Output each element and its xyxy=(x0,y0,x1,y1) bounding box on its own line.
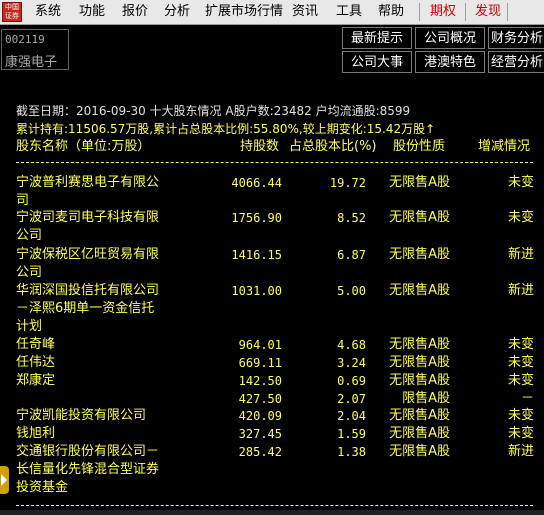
stock-info-box: 002119 康强电子 xyxy=(1,29,69,70)
shares-cell: 427.50 xyxy=(238,392,282,406)
shareholder-name-line: 交通银行股份有限公司－ xyxy=(16,444,160,459)
col-percent: 占总股本比(%) xyxy=(289,139,377,154)
share-type-cell: 无限售A股 xyxy=(389,337,450,352)
share-type-cell: 无限售A股 xyxy=(389,373,450,388)
shares-cell: 327.45 xyxy=(238,427,282,441)
percent-cell: 2.07 xyxy=(337,392,366,406)
shareholder-name-line: 华润深国投信托有限公司 xyxy=(16,283,160,298)
stock-code: 002119 xyxy=(5,33,45,46)
menu-extended-market[interactable]: 扩展市场行情 xyxy=(205,0,283,24)
share-type-cell: 无限售A股 xyxy=(389,247,450,262)
nav-company-profile[interactable]: 公司概况 xyxy=(415,27,485,49)
menu-divider xyxy=(419,3,420,21)
change-cell: 新进 xyxy=(507,283,534,298)
menu-function[interactable]: 功能 xyxy=(79,0,105,24)
report-header-date: 截至日期：2016-09-30 十大股东情况 A股户数:23482 户均流通股:… xyxy=(16,104,411,118)
shareholder-name-line: －泽熙6期单一资金信托 xyxy=(16,301,155,316)
report-header-total: 累计持有:11506.57万股,累计占总股本比例:55.80%,较上期变化:15… xyxy=(16,122,436,136)
menu-system[interactable]: 系统 xyxy=(35,0,61,24)
percent-cell: 3.24 xyxy=(337,356,366,370)
change-cell: 未变 xyxy=(507,426,534,441)
percent-cell: 5.00 xyxy=(337,284,366,298)
footer-divider xyxy=(16,505,533,506)
logo-text: 中国 证券 xyxy=(5,3,19,20)
menu-divider xyxy=(465,3,466,21)
header-divider xyxy=(16,162,533,163)
share-type-cell: 无限售A股 xyxy=(389,426,450,441)
percent-cell: 8.52 xyxy=(337,211,366,225)
change-cell: 未变 xyxy=(507,210,534,225)
shareholder-name-line: 长信量化先锋混合型证券 xyxy=(16,462,160,477)
change-cell: 未变 xyxy=(507,337,534,352)
change-cell: 新进 xyxy=(507,444,534,459)
shareholder-name-line: 公司 xyxy=(16,228,43,243)
change-cell: 未变 xyxy=(507,175,534,190)
app-logo-icon[interactable]: 中国 证券 xyxy=(2,2,22,22)
col-holder-name: 股东名称（单位:万股） xyxy=(16,139,151,154)
share-type-cell: 无限售A股 xyxy=(389,408,450,423)
menu-tools[interactable]: 工具 xyxy=(336,0,362,24)
nav-company-events[interactable]: 公司大事 xyxy=(342,51,412,73)
menu-quote[interactable]: 报价 xyxy=(122,0,148,24)
menu-options[interactable]: 期权 xyxy=(430,0,456,24)
horizontal-scrollbar[interactable] xyxy=(0,510,544,515)
col-share-type: 股份性质 xyxy=(393,139,446,154)
menu-divider xyxy=(507,3,508,21)
shareholder-name-line: 宁波凯能投资有限公司 xyxy=(16,408,147,423)
shareholder-name-line: 宁波普利赛思电子有限公 xyxy=(16,175,160,190)
nav-hk-macau[interactable]: 港澳特色 xyxy=(415,51,485,73)
share-type-cell: 限售A股 xyxy=(402,391,450,406)
menu-bar: 中国 证券 系统 功能 报价 分析 扩展市场行情 资讯 工具 帮助 期权 发现 xyxy=(0,0,544,25)
share-type-cell: 无限售A股 xyxy=(389,210,450,225)
share-type-cell: 无限售A股 xyxy=(389,283,450,298)
shares-cell: 1416.15 xyxy=(231,248,282,262)
percent-cell: 1.59 xyxy=(337,427,366,441)
shareholder-name-line: 公司 xyxy=(16,265,43,280)
col-shares: 持股数 xyxy=(240,139,280,154)
share-type-cell: 无限售A股 xyxy=(389,444,450,459)
share-type-cell: 无限售A股 xyxy=(389,355,450,370)
shares-cell: 285.42 xyxy=(238,445,282,459)
stock-name: 康强电子 xyxy=(5,55,58,70)
percent-cell: 2.04 xyxy=(337,409,366,423)
change-cell: 未变 xyxy=(507,373,534,388)
shares-cell: 420.09 xyxy=(238,409,282,423)
shareholder-name-line: 宁波司麦司电子科技有限 xyxy=(16,210,160,225)
shareholder-name-line: 计划 xyxy=(16,319,43,334)
percent-cell: 1.38 xyxy=(337,445,366,459)
col-change: 增减情况 xyxy=(478,139,531,154)
change-cell: 新进 xyxy=(507,247,534,262)
shares-cell: 4066.44 xyxy=(231,176,282,190)
shares-cell: 142.50 xyxy=(238,374,282,388)
shares-cell: 669.11 xyxy=(238,356,282,370)
percent-cell: 0.69 xyxy=(337,374,366,388)
menu-help[interactable]: 帮助 xyxy=(378,0,404,24)
shares-cell: 1031.00 xyxy=(231,284,282,298)
nav-latest-tips[interactable]: 最新提示 xyxy=(342,27,412,49)
menu-news[interactable]: 资讯 xyxy=(292,0,318,24)
change-cell: 未变 xyxy=(507,408,534,423)
expand-arrow-icon[interactable] xyxy=(0,466,9,494)
menu-discover[interactable]: 发现 xyxy=(475,0,501,24)
nav-financial-analysis[interactable]: 财务分析 xyxy=(488,27,544,49)
change-cell: 未变 xyxy=(507,355,534,370)
percent-cell: 6.87 xyxy=(337,248,366,262)
shareholder-name-line: 任伟达 xyxy=(16,355,56,370)
change-cell: － xyxy=(520,391,534,406)
shareholder-name-line: 司 xyxy=(16,193,30,208)
shares-cell: 1756.90 xyxy=(231,211,282,225)
shares-cell: 964.01 xyxy=(238,338,282,352)
shareholder-name-line: 投资基金 xyxy=(16,480,69,495)
percent-cell: 4.68 xyxy=(337,338,366,352)
shareholder-name-line: 郑康定 xyxy=(16,373,56,388)
menu-analysis[interactable]: 分析 xyxy=(164,0,190,24)
nav-operation-analysis[interactable]: 经营分析 xyxy=(488,51,544,73)
percent-cell: 19.72 xyxy=(329,176,366,190)
share-type-cell: 无限售A股 xyxy=(389,175,450,190)
shareholder-name-line: 钱旭利 xyxy=(16,426,56,441)
shareholder-name-line: 宁波保税区亿旺贸易有限 xyxy=(16,247,160,262)
shareholder-name-line: 任奇峰 xyxy=(16,337,56,352)
